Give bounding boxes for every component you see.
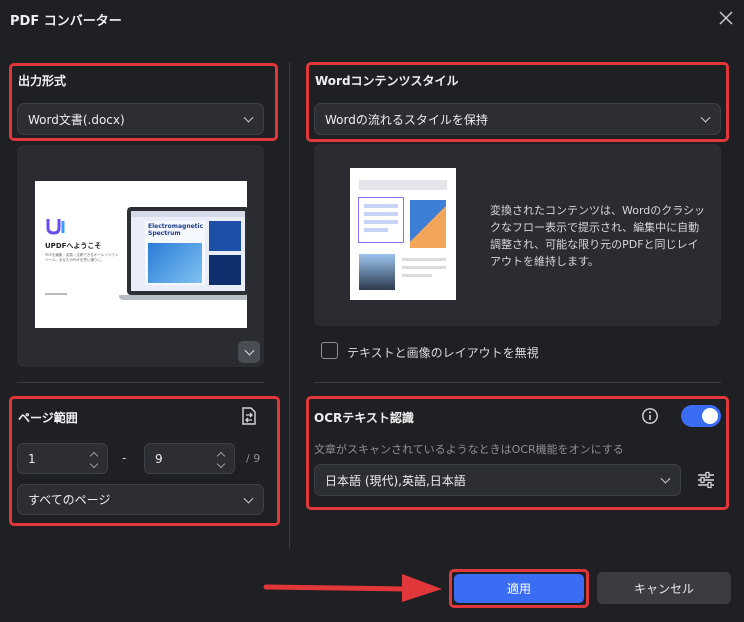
word-style-label: Wordコンテンツスタイル: [315, 74, 459, 88]
chevron-down-icon: [243, 112, 254, 123]
ocr-language-value: 日本語 (現代),英語,日本語: [325, 473, 466, 488]
page-swap-icon: [242, 407, 256, 425]
illus-line: [402, 258, 446, 261]
word-style-illustration: [350, 168, 456, 300]
page-from-value: 1: [28, 451, 36, 466]
preview-laptop: Electromagnetic Spectrum: [127, 207, 247, 295]
arrow-annotation-icon: [263, 574, 442, 602]
preview-logo-text: UPDFへようこそ: [45, 242, 102, 250]
page-range-label: ページ範囲: [18, 411, 78, 425]
toggle-knob: [702, 408, 718, 424]
preview-toolbar: [131, 211, 245, 217]
page-from-stepper[interactable]: [89, 450, 99, 470]
chevron-down-icon: [700, 112, 711, 123]
preview-laptop-base: [119, 295, 247, 300]
apply-button[interactable]: 適用: [454, 574, 584, 603]
ocr-hint: 文章がスキャンされているようなときはOCR機能をオンにする: [314, 443, 624, 456]
preview-screen-text: Electromagnetic Spectrum: [148, 223, 204, 237]
chevron-down-icon: [216, 459, 226, 469]
chevron-down-icon: [243, 493, 254, 504]
preview-laptop-screen: Electromagnetic Spectrum: [131, 211, 245, 291]
illus-line: [402, 266, 446, 269]
right-divider: [314, 382, 721, 383]
word-style-select[interactable]: Wordの流れるスタイルを保持: [314, 103, 721, 135]
ignore-layout-label: テキストと画像のレイアウトを無視: [347, 346, 539, 360]
page-range-dash: -: [122, 451, 127, 465]
illus-title-bar: [359, 180, 447, 190]
window-title: PDF コンバーター: [10, 14, 122, 29]
ocr-settings-button[interactable]: [695, 469, 717, 491]
info-icon: [642, 408, 658, 424]
sliders-icon: [698, 471, 714, 489]
preview-side-panel-2: [209, 255, 241, 285]
ocr-info-button[interactable]: [641, 407, 659, 425]
page-to-input[interactable]: 9: [144, 443, 235, 474]
output-format-value: Word文書(.docx): [28, 112, 125, 127]
page-from-input[interactable]: 1: [17, 443, 108, 474]
ocr-toggle[interactable]: [681, 405, 721, 427]
page-range-switch-button[interactable]: [238, 405, 260, 427]
cancel-button[interactable]: キャンセル: [597, 572, 731, 604]
chevron-down-icon: [89, 459, 99, 469]
format-preview-panel: UPDFへようこそ PDFを編集・変換・注釈できるオールインワンツール。あなたの…: [17, 145, 264, 367]
close-icon: [719, 11, 733, 25]
column-divider: [289, 62, 290, 548]
output-format-label: 出力形式: [18, 74, 67, 88]
updf-logo-icon: [46, 219, 65, 235]
preview-side-panel: [209, 221, 241, 251]
word-style-value: Wordの流れるスタイルを保持: [325, 112, 488, 127]
expand-preview-button[interactable]: [238, 341, 260, 363]
page-scope-value: すべてのページ: [28, 493, 111, 507]
illus-image-block: [410, 200, 446, 248]
preview-spectrum: [148, 243, 202, 283]
chevron-down-icon: [660, 473, 671, 484]
word-style-description: 変換されたコンテンツは、Wordのクラシックなフロー表示で提示され、編集中に自動…: [490, 204, 706, 268]
preview-tagline: PDFを編集・変換・注釈できるオールインワンツール。あなたのPDFを思い通りに。: [45, 253, 119, 262]
preview-page: Electromagnetic Spectrum: [145, 221, 205, 285]
page-total: / 9: [246, 452, 261, 465]
ignore-layout-checkbox[interactable]: [321, 342, 338, 359]
preview-image: UPDFへようこそ PDFを編集・変換・注釈できるオールインワンツール。あなたの…: [35, 181, 247, 328]
page-to-value: 9: [155, 451, 163, 466]
illus-line: [402, 274, 432, 277]
page-scope-select[interactable]: すべてのページ: [17, 484, 264, 515]
ocr-label: OCRテキスト認識: [314, 411, 414, 425]
illus-photo-block: [359, 254, 395, 290]
output-format-select[interactable]: Word文書(.docx): [17, 103, 264, 135]
illus-selected-text-block: [358, 197, 404, 243]
ocr-language-select[interactable]: 日本語 (現代),英語,日本語: [314, 464, 681, 496]
page-to-stepper[interactable]: [216, 450, 226, 470]
preview-small-line: [45, 293, 67, 295]
word-style-preview-panel: 変換されたコンテンツは、Wordのクラシックなフロー表示で提示され、編集中に自動…: [314, 144, 721, 326]
left-divider: [17, 382, 264, 383]
chevron-down-icon: [244, 345, 255, 356]
close-button[interactable]: [716, 8, 736, 28]
